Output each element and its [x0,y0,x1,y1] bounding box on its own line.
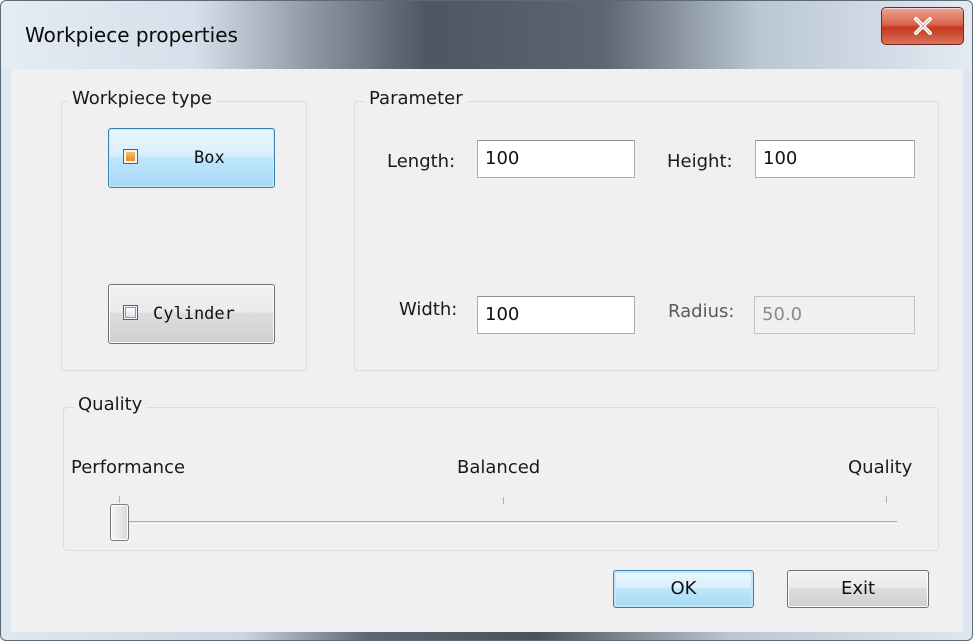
parameter-group-label: Parameter [365,88,467,109]
close-x-icon [914,17,932,35]
height-label: Height: [667,151,733,172]
quality-group: Quality [63,394,939,551]
exit-button[interactable]: Exit [787,570,929,608]
quality-level-performance: Performance [71,457,186,478]
radius-input: 50.0 [754,296,915,334]
cylinder-type-label: Cylinder [153,304,235,324]
length-input[interactable]: 100 [477,140,635,178]
title-bar[interactable]: Workpiece properties [1,1,972,69]
selected-indicator-icon [123,149,138,164]
close-button[interactable] [881,7,964,45]
box-type-button[interactable]: Box [108,128,275,188]
slider-tick-performance [119,496,120,503]
width-label: Width: [399,299,458,320]
dialog-client-area: Workpiece type Box Cylinder Parameter Le… [11,69,963,632]
workpiece-type-group-label: Workpiece type [68,88,216,109]
radius-label: Radius: [668,301,735,322]
cylinder-type-button[interactable]: Cylinder [108,284,275,344]
ok-button[interactable]: OK [613,570,754,608]
slider-tick-balanced [503,497,504,504]
height-input[interactable]: 100 [755,140,915,178]
slider-tick-quality [886,496,887,503]
box-type-label: Box [194,148,225,168]
window-title: Workpiece properties [25,23,238,47]
quality-level-balanced: Balanced [457,457,541,478]
length-label: Length: [387,151,456,172]
unselected-indicator-icon [123,305,138,320]
dialog-window: Workpiece properties Workpiece type Box … [0,0,973,641]
width-input[interactable]: 100 [477,296,635,334]
quality-slider-thumb[interactable] [110,504,129,541]
quality-slider-track[interactable] [117,521,897,524]
quality-group-label: Quality [74,394,147,415]
quality-level-quality: Quality [848,457,913,478]
